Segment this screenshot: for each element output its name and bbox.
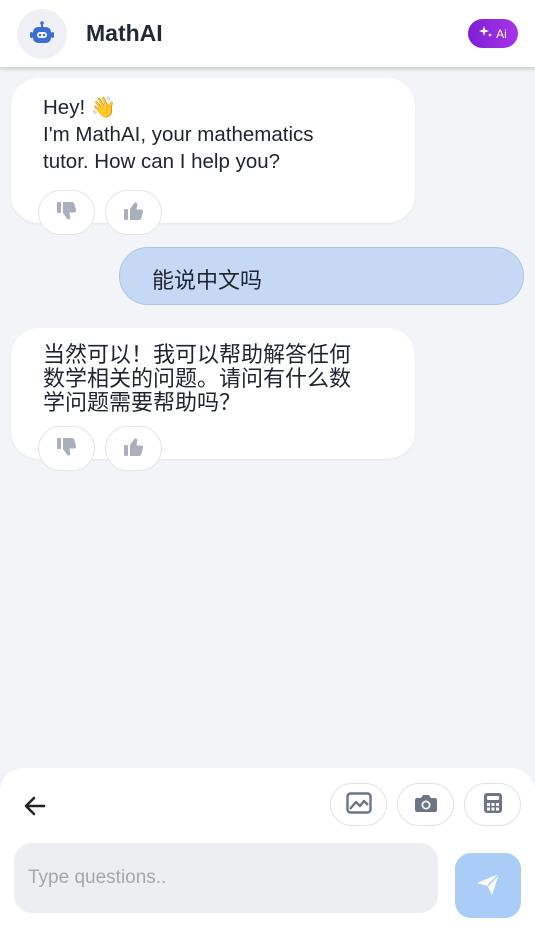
thumbs-up-icon [122,199,146,227]
image-icon [345,791,372,818]
message-text: Hey! 👋 I'm MathAI, your mathematics tuto… [43,94,393,175]
send-button[interactable] [455,853,521,918]
message-line: Hey! 👋 [43,96,117,119]
app-title: MathAI [86,20,163,46]
thumbs-up-button[interactable] [105,426,162,471]
thumbs-down-icon [55,199,79,227]
chat-area[interactable]: Hey! 👋 I'm MathAI, your mathematics tuto… [0,67,535,767]
calculator-icon [482,792,504,818]
thumbs-up-button[interactable] [105,190,162,235]
app-header: MathAI Ai [0,0,535,67]
calculator-button[interactable] [464,783,521,826]
thumbs-down-icon [55,435,79,463]
send-icon [475,871,501,901]
assistant-message: 当然可以！我可以帮助解答任何 数学相关的问题。请问有什么数 学问题需要帮助吗？ [11,328,415,471]
back-button[interactable] [22,793,48,819]
feedback-row [38,426,162,471]
message-text: 能说中文吗 [152,269,263,294]
image-upload-button[interactable] [330,783,387,826]
question-input[interactable] [14,843,438,913]
thumbs-down-button[interactable] [38,426,95,471]
ai-badge-label: Ai [496,26,507,41]
ai-badge[interactable]: Ai [468,19,518,48]
camera-icon [414,792,438,818]
composer-panel [0,768,535,951]
sparkle-icon [479,25,493,42]
message-text: 当然可以！我可以帮助解答任何 数学相关的问题。请问有什么数 学问题需要帮助吗？ [43,344,383,416]
message-line: 当然可以！我可以帮助解答任何 [43,343,352,368]
arrow-left-icon [22,796,48,823]
message-line: tutor. How can I help you? [43,150,281,173]
robot-icon [17,9,67,59]
camera-button[interactable] [397,783,454,826]
message-line: 学问题需要帮助吗？ [43,391,242,416]
user-message: 能说中文吗 [119,247,524,305]
thumbs-down-button[interactable] [38,190,95,235]
feedback-row [38,190,162,235]
thumbs-up-icon [122,435,146,463]
assistant-message: Hey! 👋 I'm MathAI, your mathematics tuto… [11,78,415,235]
message-line: 数学相关的问题。请问有什么数 [43,367,352,392]
message-line: I'm MathAI, your mathematics [43,123,314,146]
